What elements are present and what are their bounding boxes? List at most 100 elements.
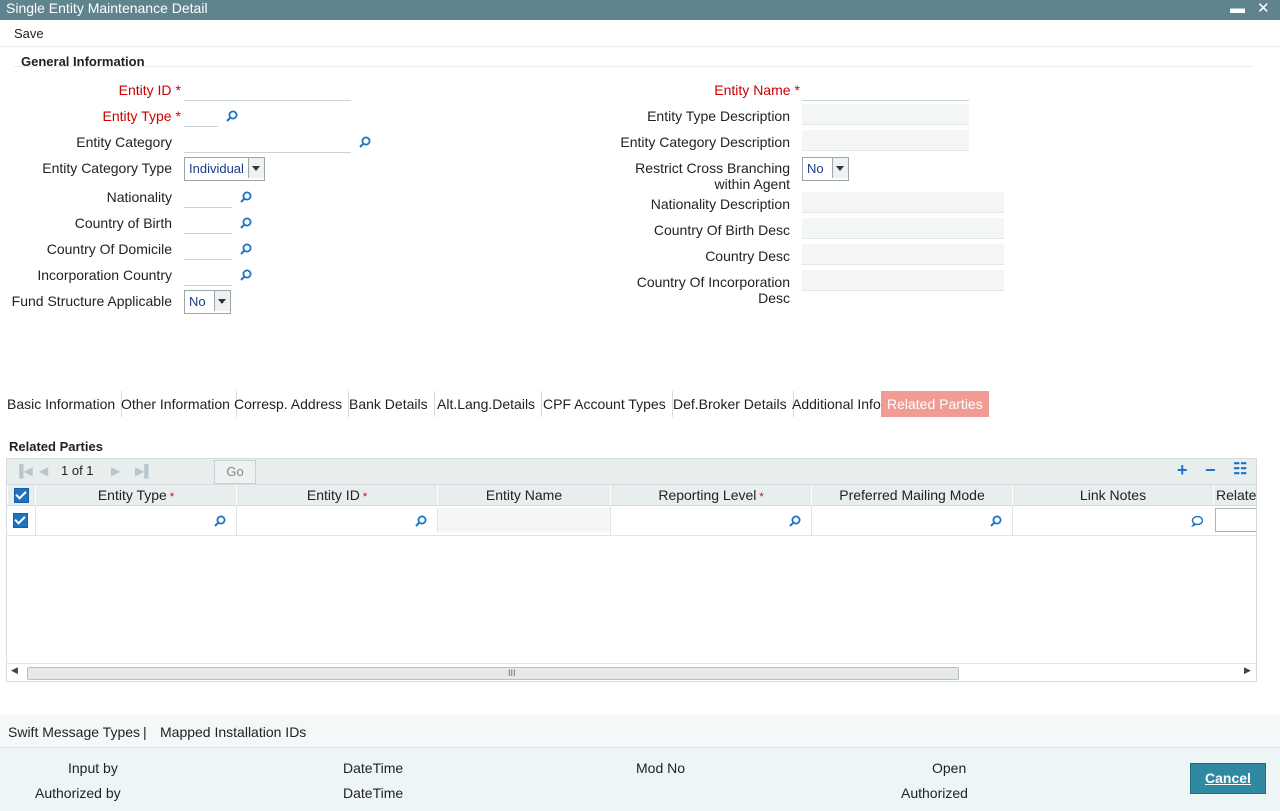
prev-page-icon[interactable]: ◀	[39, 464, 48, 478]
entity-name-label: Entity Name *	[714, 82, 800, 98]
horizontal-scrollbar[interactable]: ◀ III ▶	[7, 663, 1256, 680]
fund-structure-applicable-value: No	[189, 294, 206, 309]
view-columns-icon[interactable]: ☷	[1233, 461, 1247, 479]
entity-id-search-icon[interactable]	[415, 515, 427, 527]
country-desc-label: Country Desc	[705, 248, 790, 264]
next-page-icon[interactable]: ▶	[111, 464, 120, 478]
tab-bank-details[interactable]: Bank Details	[343, 391, 435, 417]
authorized-by-label: Authorized by	[35, 785, 121, 801]
entity-type-search-icon[interactable]	[226, 110, 238, 122]
country-of-domicile-search-icon[interactable]	[240, 243, 252, 255]
tab-basic-information[interactable]: Basic Information	[1, 391, 123, 417]
title-bar: Single Entity Maintenance Detail ▬ ✕	[0, 0, 1280, 20]
entity-type-cell[interactable]	[35, 505, 236, 535]
incorporation-country-search-icon[interactable]	[240, 269, 252, 281]
grid-header: Entity Type * Entity ID * Entity Name Repo…	[7, 484, 1256, 506]
nationality-input[interactable]	[184, 187, 232, 208]
entity-type-search-icon[interactable]	[214, 515, 226, 527]
entity-category-input[interactable]	[184, 132, 351, 153]
entity-category-label: Entity Category	[76, 134, 172, 150]
mod-no-label: Mod No	[636, 760, 686, 776]
save-button[interactable]: Save	[14, 26, 44, 41]
tab-alt-lang-details[interactable]: Alt.Lang.Details	[431, 391, 543, 417]
header-entity-name: Entity Name	[437, 485, 610, 505]
menu-bar: Save	[0, 20, 1280, 47]
country-desc-field	[802, 244, 1004, 265]
nationality-description-field	[802, 192, 1004, 213]
open-status-label: Open	[932, 760, 967, 776]
reporting-level-search-icon[interactable]	[789, 515, 801, 527]
chevron-down-icon[interactable]	[248, 158, 264, 178]
tab-other-information[interactable]: Other Information	[115, 391, 237, 417]
tab-related-parties[interactable]: Related Parties	[881, 391, 989, 417]
close-icon[interactable]: ✕	[1257, 0, 1270, 17]
entity-category-type-value: Individual	[189, 161, 244, 176]
minimize-icon[interactable]: ▬	[1230, 0, 1245, 17]
cancel-button[interactable]: Cancel	[1190, 763, 1266, 794]
add-row-icon[interactable]: +	[1177, 461, 1188, 479]
scrollbar-thumb[interactable]: III	[27, 667, 959, 680]
chevron-down-icon[interactable]	[832, 158, 848, 178]
header-link-notes: Link Notes	[1012, 485, 1213, 505]
entity-id-input[interactable]	[184, 80, 351, 101]
tab-def-broker-details[interactable]: Def.Broker Details	[667, 391, 794, 417]
entity-category-search-icon[interactable]	[359, 136, 371, 148]
country-of-domicile-label: Country Of Domicile	[46, 241, 172, 257]
first-page-icon[interactable]: ▐◀	[15, 464, 33, 478]
entity-category-description-field	[802, 130, 969, 151]
sub-links-bar: Swift Message Types | Mapped Installatio…	[0, 715, 1280, 747]
nationality-search-icon[interactable]	[240, 191, 252, 203]
audit-footer: Input by DateTime Mod No Open Authorized…	[0, 747, 1280, 811]
header-preferred-mailing-mode: Preferred Mailing Mode	[811, 485, 1012, 505]
authorized-status-label: Authorized	[901, 785, 968, 801]
country-of-incorporation-desc-label: Country Of Incorporation Desc	[636, 274, 790, 306]
related-parties-title: Related Parties	[9, 439, 103, 454]
country-of-birth-input[interactable]	[184, 213, 232, 234]
header-reporting-level: Reporting Level *	[610, 485, 811, 505]
country-of-domicile-input[interactable]	[184, 239, 232, 260]
select-all-checkbox[interactable]	[14, 488, 29, 503]
preferred-mailing-mode-cell[interactable]	[811, 505, 1012, 535]
entity-type-input[interactable]	[184, 106, 218, 127]
row-checkbox[interactable]	[13, 513, 28, 528]
chevron-down-icon[interactable]	[214, 291, 230, 311]
nationality-description-label: Nationality Description	[650, 196, 790, 212]
scroll-left-icon[interactable]: ◀	[11, 665, 18, 676]
tab-corresp-address[interactable]: Corresp. Address	[228, 391, 350, 417]
entity-category-type-label: Entity Category Type	[42, 160, 172, 176]
entity-category-type-select[interactable]: Individual	[184, 157, 265, 181]
go-button[interactable]: Go	[214, 460, 256, 484]
scroll-right-icon[interactable]: ▶	[1244, 665, 1251, 676]
entity-name-input[interactable]	[802, 80, 969, 101]
entity-name-cell	[437, 508, 610, 532]
restrict-cross-branching-label: Restrict Cross Branching within Agent	[635, 160, 790, 192]
related-parties-grid: ▐◀ ◀ 1 of 1 ▶ ▶▌ Go + − ☷ Entity Type * E…	[6, 458, 1257, 682]
last-page-icon[interactable]: ▶▌	[135, 464, 153, 478]
remove-row-icon[interactable]: −	[1205, 461, 1216, 479]
tab-cpf-account-types[interactable]: CPF Account Types	[537, 391, 673, 417]
datetime-label: DateTime	[343, 785, 404, 801]
entity-category-description-label: Entity Category Description	[620, 134, 790, 150]
link-notes-cell[interactable]	[1012, 505, 1213, 535]
row-select-cell[interactable]	[7, 505, 35, 535]
header-select-all[interactable]	[7, 485, 36, 505]
page-indicator: 1 of 1	[61, 463, 94, 478]
country-of-birth-search-icon[interactable]	[240, 217, 252, 229]
incorporation-country-input[interactable]	[184, 265, 232, 286]
country-of-birth-desc-field	[802, 218, 1004, 239]
restrict-cross-branching-select[interactable]: No	[802, 157, 849, 181]
swift-message-types-link[interactable]: Swift Message Types	[8, 724, 140, 740]
preferred-mailing-mode-search-icon[interactable]	[990, 515, 1002, 527]
tab-additional-info[interactable]: Additional Info	[786, 391, 887, 417]
country-of-incorporation-desc-field	[802, 270, 1004, 291]
entity-type-description-field	[802, 104, 969, 125]
incorporation-country-label: Incorporation Country	[37, 267, 172, 283]
mapped-installation-ids-link[interactable]: Mapped Installation IDs	[160, 724, 306, 740]
notes-bubble-icon[interactable]	[1191, 515, 1203, 527]
fund-structure-applicable-label: Fund Structure Applicable	[11, 293, 172, 309]
fund-structure-applicable-select[interactable]: No	[184, 290, 231, 314]
reporting-level-cell[interactable]	[610, 505, 811, 535]
entity-id-cell[interactable]	[236, 505, 437, 535]
related-input[interactable]	[1215, 508, 1256, 532]
header-entity-id: Entity ID *	[236, 485, 437, 505]
